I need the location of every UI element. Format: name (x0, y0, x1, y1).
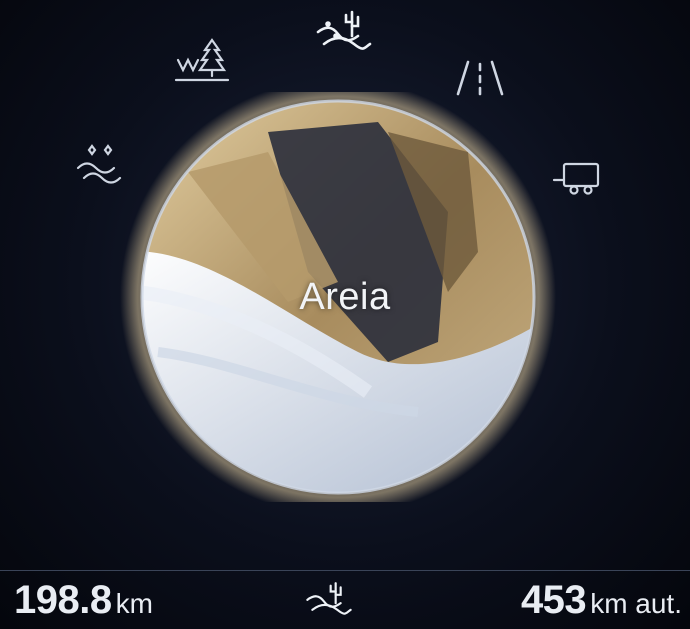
range-remaining: 453 km aut. (521, 578, 682, 623)
bottom-divider (0, 570, 690, 571)
instrument-cluster-screen: Areia 198.8 km 453 km aut. (0, 0, 690, 629)
selected-mode-label: Areia (299, 276, 391, 318)
snow-forest-mode-icon[interactable] (172, 36, 232, 86)
sand-desert-mode-icon (304, 576, 354, 622)
bottom-info-bar: 198.8 km 453 km aut. (0, 560, 690, 629)
sand-desert-mode-icon[interactable] (314, 6, 374, 56)
range-unit: km aut. (590, 588, 682, 619)
trip-distance-unit: km (115, 588, 153, 619)
trip-distance-value: 198.8 (14, 578, 112, 622)
trip-distance: 198.8 km (14, 578, 153, 623)
range-value: 453 (520, 578, 587, 622)
